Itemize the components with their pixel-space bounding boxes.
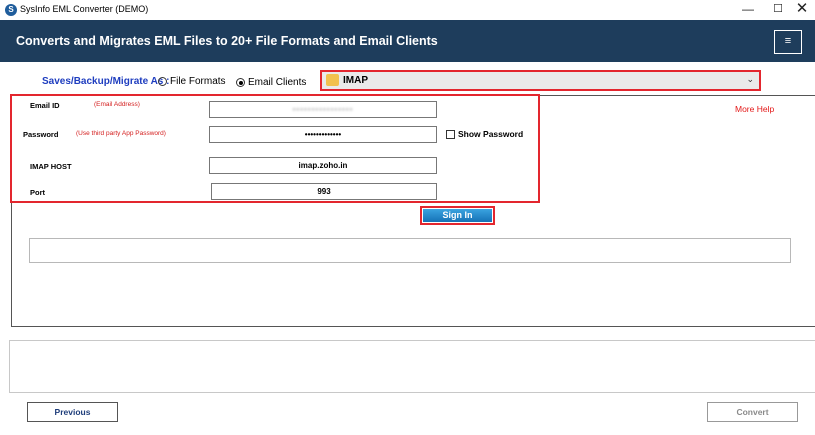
imap-icon [326, 74, 339, 86]
convert-button[interactable]: Convert [707, 402, 798, 422]
show-password-checkbox[interactable]: Show Password [446, 129, 523, 139]
close-button[interactable]: ✕ [787, 0, 815, 20]
menu-button[interactable]: ≡ [774, 30, 802, 54]
checkbox-icon [446, 129, 455, 139]
password-label: Password [23, 130, 59, 139]
previous-button[interactable]: Previous [27, 402, 118, 422]
password-field[interactable]: ••••••••••••• [209, 126, 437, 143]
radio-on-icon [236, 78, 245, 87]
email-id-hint: (Email Address) [94, 101, 140, 108]
app-icon: S [5, 4, 17, 16]
radio-off-icon [158, 77, 167, 86]
log-box [9, 340, 815, 393]
header-title: Converts and Migrates EML Files to 20+ F… [16, 34, 438, 48]
more-help-link[interactable]: More Help [735, 104, 774, 114]
imap-host-field[interactable]: imap.zoho.in [209, 157, 437, 174]
port-field[interactable]: 993 [211, 183, 437, 200]
password-hint: (Use third party App Password) [76, 130, 166, 137]
email-id-label: Email ID [30, 101, 60, 110]
sign-in-button[interactable]: Sign In [423, 209, 492, 222]
save-as-label: Saves/Backup/Migrate As : [42, 76, 170, 87]
file-formats-label: File Formats [170, 76, 226, 87]
email-clients-label: Email Clients [248, 77, 307, 88]
port-label: Port [30, 188, 45, 197]
minimize-button[interactable]: — [733, 0, 763, 20]
email-client-value: IMAP [343, 75, 368, 86]
window-title: SysInfo EML Converter (DEMO) [20, 4, 149, 14]
imap-host-label: IMAP HOST [30, 162, 72, 171]
show-password-label: Show Password [458, 129, 524, 139]
email-field[interactable]: •••••••••••••••• [209, 101, 437, 118]
sign-in-highlight: Sign In [420, 206, 495, 225]
chevron-down-icon: ⌄ [746, 74, 754, 84]
progress-box [29, 238, 791, 263]
email-client-select[interactable]: IMAP ⌄ [320, 70, 761, 91]
email-clients-radio[interactable]: Email Clients [236, 77, 306, 88]
title-bar: S SysInfo EML Converter (DEMO) — ☐ ✕ [0, 0, 815, 20]
email-value: •••••••••••••••• [292, 105, 354, 114]
file-formats-radio[interactable]: File Formats [158, 76, 226, 87]
header-banner: Converts and Migrates EML Files to 20+ F… [0, 20, 815, 62]
